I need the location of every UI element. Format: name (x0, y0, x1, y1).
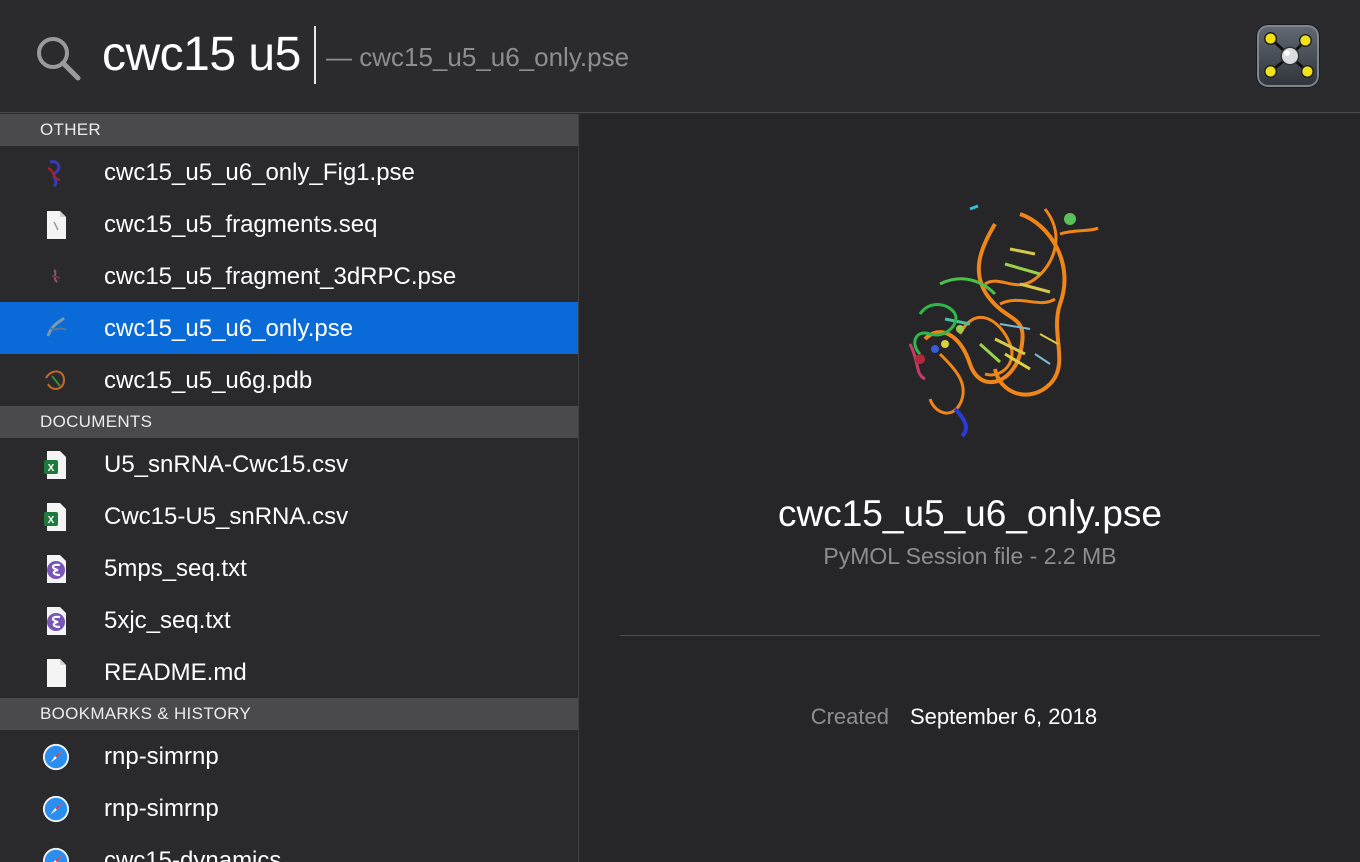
preview-title: cwc15_u5_u6_only.pse (778, 493, 1162, 534)
result-row[interactable]: cwc15_u5_fragment_3dRPC.pse (0, 250, 578, 302)
result-label: Cwc15-U5_snRNA.csv (104, 503, 349, 530)
result-label: rnp-simrnp (104, 795, 219, 822)
search-completion-hint: — cwc15_u5_u6_only.pse (326, 42, 630, 72)
safari-compass-icon (42, 795, 70, 823)
molecule-thumbnail-icon (47, 160, 61, 188)
result-label: cwc15_u5_u6_only_Fig1.pse (104, 159, 415, 186)
text-document-icon (47, 211, 66, 239)
search-input[interactable]: cwc15 u5 (102, 24, 301, 86)
result-row[interactable]: rnp-simrnp (0, 730, 578, 782)
result-label: cwc15_u5_fragments.seq (104, 211, 378, 238)
blank-document-icon (47, 659, 66, 687)
section-header-other: OTHER (0, 114, 578, 146)
result-label: 5xjc_seq.txt (104, 607, 231, 634)
result-row[interactable]: 5mps_seq.txt (0, 542, 578, 594)
excel-csv-icon: X (44, 503, 66, 531)
result-row[interactable]: cwc15_u5_u6g.pdb (0, 354, 578, 406)
section-header-documents: DOCUMENTS (0, 406, 578, 438)
result-label: 5mps_seq.txt (104, 555, 247, 582)
preview-pane: cwc15_u5_u6_only.pse PyMOL Session file … (580, 114, 1360, 862)
result-label: cwc15_u5_u6_only.pse (104, 315, 354, 342)
preview-subtitle: PyMOL Session file - 2.2 MB (823, 543, 1117, 569)
molecule-thumbnail-icon (51, 269, 61, 283)
result-label: cwc15_u5_fragment_3dRPC.pse (104, 263, 457, 290)
section-header-bookmarks-history: BOOKMARKS & HISTORY (0, 698, 578, 730)
result-row[interactable]: rnp-simrnp (0, 782, 578, 834)
safari-compass-icon (42, 847, 70, 862)
rna-structure-preview (908, 204, 1099, 438)
emacs-text-icon (47, 607, 66, 635)
result-row[interactable]: cwc15_u5_u6_only_Fig1.pse (0, 146, 578, 198)
result-label: U5_snRNA-Cwc15.csv (104, 451, 349, 478)
molecule-thumbnail-icon (46, 316, 67, 337)
result-row[interactable]: cwc15-dynamics (0, 834, 578, 862)
result-row[interactable]: cwc15_u5_fragments.seq (0, 198, 578, 250)
result-row-selected[interactable]: cwc15_u5_u6_only.pse (0, 302, 578, 354)
preview-divider (620, 635, 1320, 636)
result-label: README.md (104, 659, 247, 686)
emacs-text-icon (47, 555, 66, 583)
result-row[interactable]: 5xjc_seq.txt (0, 594, 578, 646)
result-row[interactable]: README.md (0, 646, 578, 698)
svg-text:X: X (48, 515, 55, 526)
result-label: cwc15_u5_u6g.pdb (104, 367, 313, 394)
result-row[interactable]: X U5_snRNA-Cwc15.csv (0, 438, 578, 490)
pymol-app-icon[interactable] (1256, 24, 1320, 88)
svg-text:X: X (48, 463, 55, 474)
result-label: rnp-simrnp (104, 743, 219, 770)
text-caret (314, 26, 316, 84)
safari-compass-icon (42, 743, 70, 771)
molecule-thumbnail-icon (45, 370, 66, 390)
result-row[interactable]: X Cwc15-U5_snRNA.csv (0, 490, 578, 542)
results-list: OTHER cwc15_u5_u6_only_Fig1.pse cwc15_u5… (0, 114, 579, 862)
search-icon (37, 37, 81, 81)
spotlight-search-bar: cwc15 u5 — cwc15_u5_u6_only.pse (0, 0, 1360, 113)
metadata-value-created: September 6, 2018 (910, 704, 1098, 729)
excel-csv-icon: X (44, 451, 66, 479)
result-label: cwc15-dynamics (104, 847, 282, 862)
metadata-key-created: Created (810, 704, 889, 729)
